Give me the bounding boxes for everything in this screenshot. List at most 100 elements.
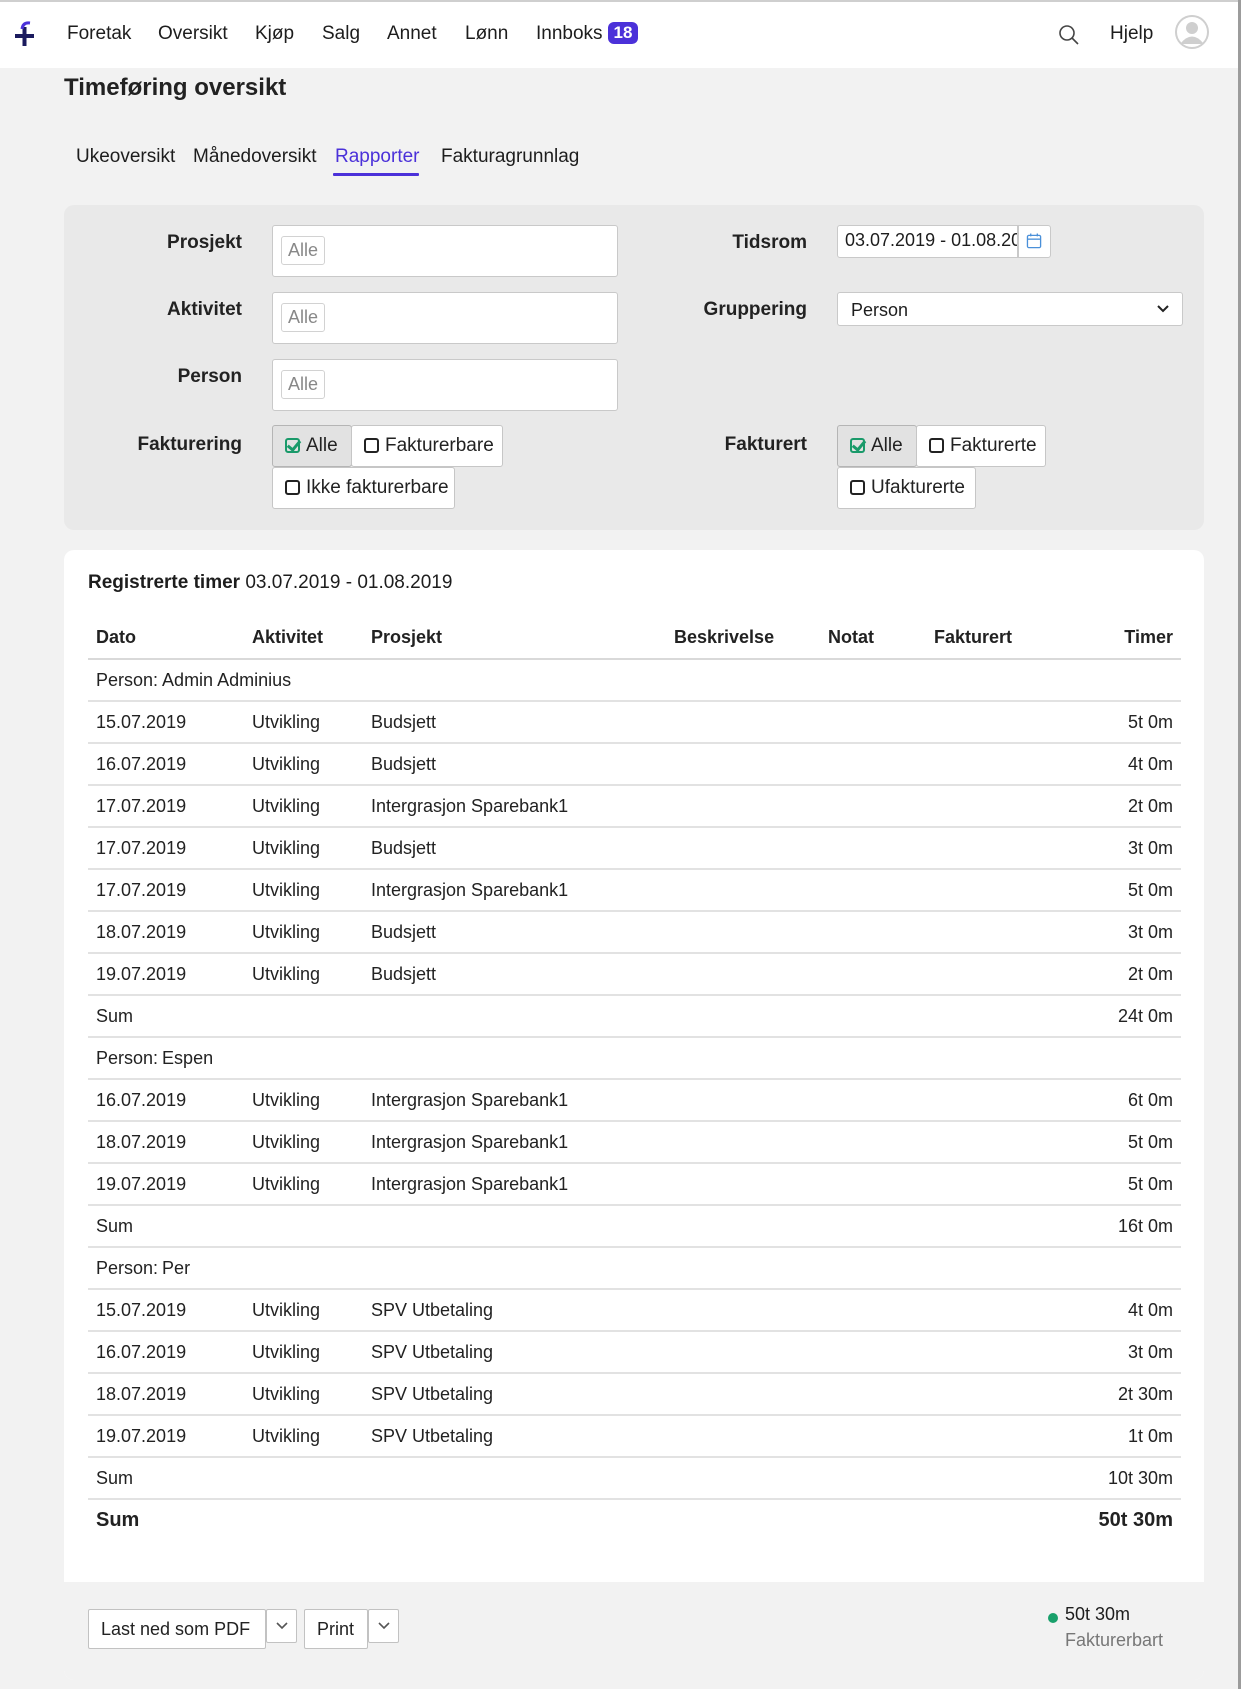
nav-item-lonn[interactable]: Lønn (465, 23, 508, 45)
cell-prosjekt: Budsjett (363, 743, 666, 786)
cell-timer: 5t 0m (1066, 1121, 1181, 1164)
unchecked-checkbox-icon (285, 480, 300, 495)
cell-beskrivelse (666, 953, 820, 996)
cell-prosjekt: SPV Utbetaling (363, 1331, 666, 1374)
download-pdf-button[interactable]: Last ned som PDF (88, 1609, 266, 1649)
checked-checkbox-icon (850, 438, 865, 453)
cell-fakturert (926, 1163, 1066, 1206)
group-header-row: Person: Admin Adminius (88, 659, 1181, 702)
cell-dato: 18.07.2019 (88, 1121, 244, 1164)
fakturering-alle-label: Alle (306, 435, 338, 456)
fakturering-alle-button[interactable]: Alle (272, 425, 352, 467)
nav-item-kjop[interactable]: Kjøp (255, 23, 294, 45)
cell-notat (820, 869, 926, 912)
tidsrom-input[interactable]: 03.07.2019 - 01.08.2019 (837, 225, 1018, 258)
table-row[interactable]: 16.07.2019 Utvikling Budsjett 4t 0m (88, 743, 1181, 786)
cell-fakturert (926, 827, 1066, 870)
nav-item-oversikt[interactable]: Oversikt (158, 23, 228, 45)
table-row[interactable]: 17.07.2019 Utvikling Intergrasjon Spareban… (88, 869, 1181, 912)
cell-dato: 19.07.2019 (88, 1415, 244, 1458)
prosjekt-input[interactable]: Alle (272, 225, 618, 277)
cell-notat (820, 1289, 926, 1332)
search-icon[interactable] (1058, 24, 1080, 46)
nav-item-foretak[interactable]: Foretak (67, 23, 131, 45)
gruppering-select[interactable]: Person (837, 292, 1183, 326)
column-header-prosjekt[interactable]: Prosjekt (363, 617, 666, 660)
nav-item-innboks[interactable]: Innboks 18 (536, 22, 639, 45)
print-button[interactable]: Print (304, 1609, 368, 1649)
tab-manedoversikt[interactable]: Månedoversikt (193, 146, 317, 168)
cell-aktivitet: Utvikling (244, 743, 363, 786)
cell-beskrivelse (666, 911, 820, 954)
group-person-name: Per (162, 1257, 191, 1278)
table-row[interactable]: 19.07.2019 Utvikling Budsjett 2t 0m (88, 953, 1181, 996)
table-row[interactable]: 16.07.2019 Utvikling SPV Utbetaling 3t 0m (88, 1331, 1181, 1374)
cell-timer: 3t 0m (1066, 827, 1181, 870)
calendar-button[interactable] (1018, 225, 1051, 258)
table-row[interactable]: 18.07.2019 Utvikling Budsjett 3t 0m (88, 911, 1181, 954)
cell-fakturert (926, 1373, 1066, 1416)
cell-aktivitet: Utvikling (244, 1163, 363, 1206)
column-header-fakturert[interactable]: Fakturert (926, 617, 1066, 660)
help-link[interactable]: Hjelp (1110, 23, 1153, 45)
active-tab-indicator (333, 173, 419, 176)
cell-timer: 5t 0m (1066, 701, 1181, 744)
fakturert-alle-label: Alle (871, 435, 903, 456)
tab-ukeoversikt[interactable]: Ukeoversikt (76, 146, 175, 168)
fakturering-fakturerbare-label: Fakturerbare (385, 435, 494, 456)
table-row[interactable]: 19.07.2019 Utvikling Intergrasjon Spareban… (88, 1163, 1181, 1206)
cell-timer: 3t 0m (1066, 911, 1181, 954)
aktivitet-input[interactable]: Alle (272, 292, 618, 344)
column-header-notat[interactable]: Notat (820, 617, 926, 660)
table-row[interactable]: 18.07.2019 Utvikling SPV Utbetaling 2t 30m (88, 1373, 1181, 1416)
person-input[interactable]: Alle (272, 359, 618, 411)
column-header-beskrivelse[interactable]: Beskrivelse (666, 617, 820, 660)
fakturering-ikke-fakturerbare-button[interactable]: Ikke fakturerbare (272, 467, 455, 509)
nav-item-annet[interactable]: Annet (387, 23, 437, 45)
column-header-dato[interactable]: Dato (88, 617, 244, 660)
download-options-button[interactable] (266, 1609, 297, 1643)
calendar-icon (1026, 233, 1042, 249)
cell-beskrivelse (666, 743, 820, 786)
cell-beskrivelse (666, 785, 820, 828)
print-options-button[interactable] (368, 1609, 399, 1643)
column-header-timer[interactable]: Timer (1066, 617, 1181, 660)
prosjekt-chip: Alle (281, 236, 326, 265)
cell-notat (820, 953, 926, 996)
cell-timer: 6t 0m (1066, 1079, 1181, 1122)
cell-notat (820, 911, 926, 954)
cell-fakturert (926, 785, 1066, 828)
app-logo-icon[interactable] (13, 20, 37, 50)
fakturering-fakturerbare-button[interactable]: Fakturerbare (351, 425, 503, 467)
fakturert-fakturerte-button[interactable]: Fakturerte (916, 425, 1046, 467)
inbox-count-badge: 18 (607, 22, 639, 44)
table-row[interactable]: 17.07.2019 Utvikling Intergrasjon Spareban… (88, 785, 1181, 828)
nav-item-salg[interactable]: Salg (322, 23, 360, 45)
group-label: Person: (96, 1257, 159, 1278)
cell-notat (820, 1121, 926, 1164)
table-row[interactable]: 17.07.2019 Utvikling Budsjett 3t 0m (88, 827, 1181, 870)
fakturert-alle-button[interactable]: Alle (837, 425, 917, 467)
user-avatar[interactable] (1175, 15, 1209, 49)
group-sum-label: Sum (88, 995, 1066, 1038)
table-row[interactable]: 18.07.2019 Utvikling Intergrasjon Spareban… (88, 1121, 1181, 1164)
table-row[interactable]: 19.07.2019 Utvikling SPV Utbetaling 1t 0m (88, 1415, 1181, 1458)
billable-total: 50t 30m (1065, 1604, 1131, 1624)
cell-fakturert (926, 1079, 1066, 1122)
tab-rapporter[interactable]: Rapporter (335, 146, 420, 168)
cell-dato: 15.07.2019 (88, 1289, 244, 1332)
cell-prosjekt: Budsjett (363, 701, 666, 744)
cell-notat (820, 1373, 926, 1416)
report-period: 03.07.2019 - 01.08.2019 (245, 572, 453, 593)
gruppering-label: Gruppering (703, 299, 807, 320)
cell-fakturert (926, 743, 1066, 786)
tab-fakturagrunnlag[interactable]: Fakturagrunnlag (441, 146, 579, 168)
cell-prosjekt: Intergrasjon Sparebank1 (363, 1163, 666, 1206)
group-header-row: Person: Espen (88, 1037, 1181, 1080)
cell-dato: 16.07.2019 (88, 1331, 244, 1374)
table-row[interactable]: 16.07.2019 Utvikling Intergrasjon Spareban… (88, 1079, 1181, 1122)
fakturert-ufakturerte-button[interactable]: Ufakturerte (837, 467, 976, 509)
table-row[interactable]: 15.07.2019 Utvikling SPV Utbetaling 4t 0m (88, 1289, 1181, 1332)
column-header-aktivitet[interactable]: Aktivitet (244, 617, 363, 660)
table-row[interactable]: 15.07.2019 Utvikling Budsjett 5t 0m (88, 701, 1181, 744)
